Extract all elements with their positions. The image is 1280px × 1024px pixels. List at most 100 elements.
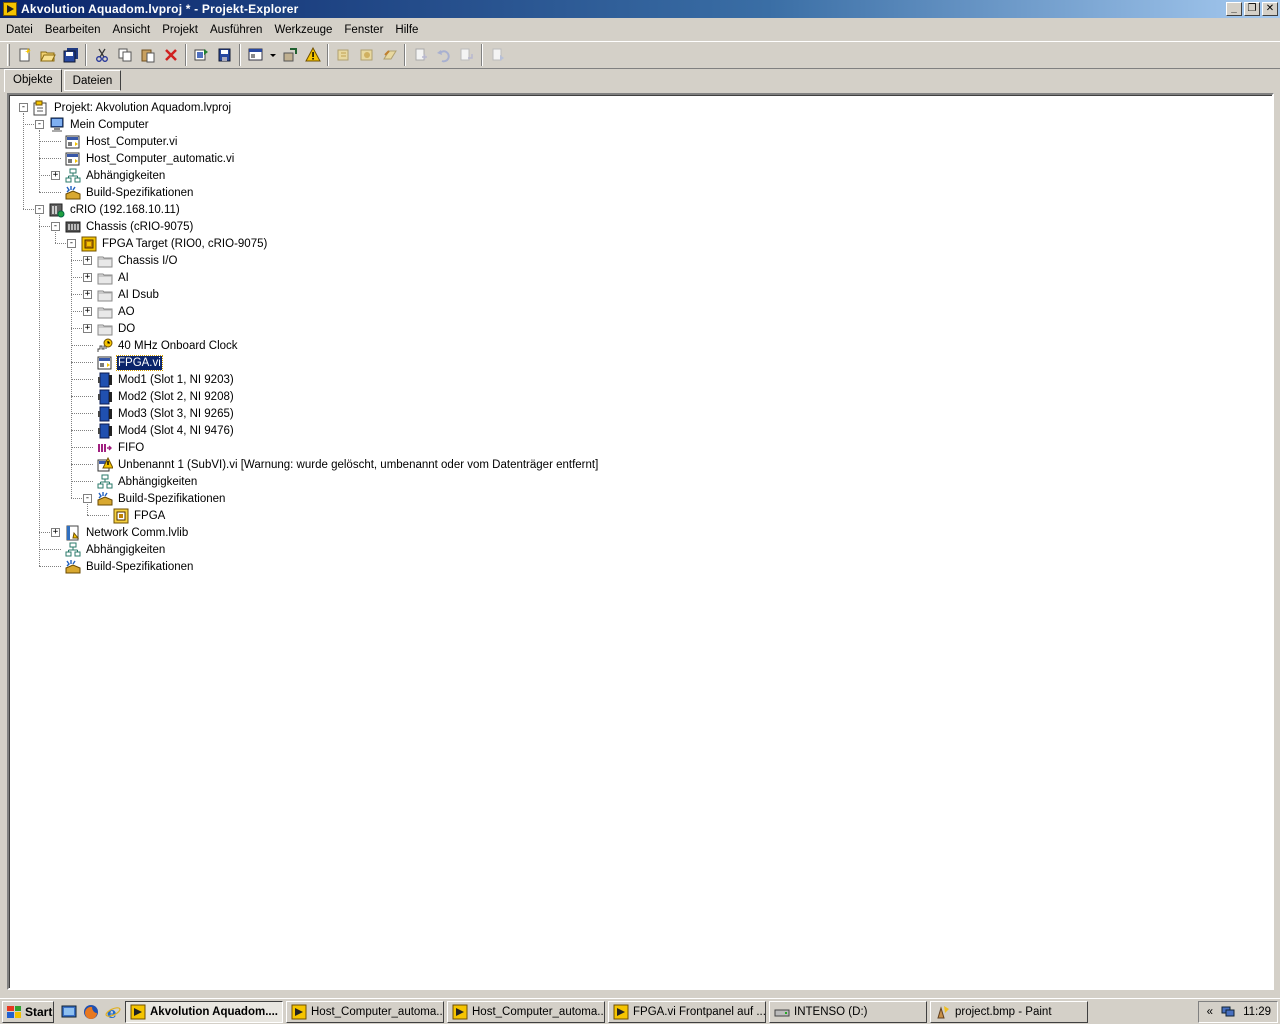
tree-item-label: Chassis (cRIO-9075): [86, 220, 194, 233]
tree-item-mod4-slot-4-ni-9476[interactable]: Mod4 (Slot 4, NI 9476): [96, 422, 235, 439]
tree-item-chassis-crio-9075[interactable]: Chassis (cRIO-9075): [64, 218, 194, 235]
deploy-icon[interactable]: [191, 44, 213, 66]
tree-item-ao[interactable]: AO: [96, 303, 136, 320]
save-as-icon[interactable]: [214, 44, 236, 66]
tree-item-fpga-vi[interactable]: FPGA.vi: [96, 354, 163, 371]
tree-item-abh-ngigkeiten[interactable]: Abhängigkeiten: [64, 541, 166, 558]
tree-connector: [71, 481, 93, 482]
expand-icon[interactable]: +: [83, 307, 92, 316]
expand-icon[interactable]: +: [83, 256, 92, 265]
tree-item-mod3-slot-3-ni-9265[interactable]: Mod3 (Slot 3, NI 9265): [96, 405, 235, 422]
delete-icon[interactable]: [160, 44, 182, 66]
menu-hilfe[interactable]: Hilfe: [389, 21, 424, 39]
menu-projekt[interactable]: Projekt: [156, 21, 204, 39]
build2-icon[interactable]: [356, 44, 378, 66]
menu-fenster[interactable]: Fenster: [338, 21, 389, 39]
tab-objekte[interactable]: Objekte: [4, 69, 62, 92]
menu-werkzeuge[interactable]: Werkzeuge: [268, 21, 338, 39]
open-icon[interactable]: [37, 44, 59, 66]
tree-item-unbenannt-1-subvi-vi-warnung-wurde-gel-s[interactable]: Unbenannt 1 (SubVI).vi [Warnung: wurde g…: [96, 456, 599, 473]
show-desktop-icon[interactable]: [60, 1003, 78, 1021]
expand-icon[interactable]: +: [51, 528, 60, 537]
tree-item-do[interactable]: DO: [96, 320, 136, 337]
tree-item-build-spezifikationen[interactable]: Build-Spezifikationen: [64, 558, 194, 575]
redo-icon[interactable]: [456, 44, 478, 66]
tree-item-build-spezifikationen[interactable]: Build-Spezifikationen: [64, 184, 194, 201]
folder-icon: [96, 304, 113, 320]
menu-datei[interactable]: Datei: [0, 21, 39, 39]
view-tabs: Objekte Dateien: [4, 69, 123, 92]
close-button[interactable]: ✕: [1262, 2, 1278, 16]
tray-clock[interactable]: 11:29: [1243, 1006, 1271, 1018]
taskbar-task-button[interactable]: Host_Computer_automa...: [447, 1000, 605, 1023]
tree-item-host-computer-automatic-vi[interactable]: Host_Computer_automatic.vi: [64, 150, 235, 167]
library-icon: [64, 525, 81, 541]
tree-item-fpga[interactable]: FPGA: [112, 507, 166, 524]
collapse-icon[interactable]: -: [67, 239, 76, 248]
expand-icon[interactable]: +: [83, 324, 92, 333]
firefox-icon[interactable]: [82, 1003, 100, 1021]
network-icon[interactable]: [1221, 1004, 1235, 1021]
tree-item-build-spezifikationen[interactable]: Build-Spezifikationen: [96, 490, 226, 507]
project-tree[interactable]: - Projekt: Akvolution Aquadom.lvproj - Mein…: [9, 95, 1272, 988]
toolbar-grip[interactable]: [7, 44, 10, 66]
tree-item-abh-ngigkeiten[interactable]: Abhängigkeiten: [96, 473, 198, 490]
expand-icon[interactable]: +: [51, 171, 60, 180]
taskbar-task-button[interactable]: Akvolution Aquadom....: [125, 1000, 283, 1023]
warning-icon[interactable]: [302, 44, 324, 66]
new-icon[interactable]: [14, 44, 36, 66]
menu-ansicht[interactable]: Ansicht: [106, 21, 156, 39]
view-icon[interactable]: [245, 44, 267, 66]
tree-item-host-computer-vi[interactable]: Host_Computer.vi: [64, 133, 178, 150]
tab-dateien[interactable]: Dateien: [63, 70, 122, 91]
restore-button[interactable]: ❐: [1244, 2, 1260, 16]
tray-expand-button[interactable]: «: [1207, 1006, 1213, 1018]
undo-icon[interactable]: [433, 44, 455, 66]
project-tree-panel[interactable]: - Projekt: Akvolution Aquadom.lvproj - Mein…: [7, 93, 1274, 990]
tree-item-ai-dsub[interactable]: AI Dsub: [96, 286, 160, 303]
taskbar-task-button[interactable]: Host_Computer_automa...: [286, 1000, 444, 1023]
cut-icon[interactable]: [91, 44, 113, 66]
tree-item-projekt-akvolution-aquadom-lvproj[interactable]: Projekt: Akvolution Aquadom.lvproj: [32, 99, 232, 116]
tree-connector: [71, 362, 93, 363]
menu-ausfuehren[interactable]: Ausführen: [204, 21, 268, 39]
build-icon[interactable]: [333, 44, 355, 66]
tree-item-fifo[interactable]: FIFO: [96, 439, 145, 456]
tree-item-40-mhz-onboard-clock[interactable]: 40 MHz Onboard Clock: [96, 337, 239, 354]
tree-item-abh-ngigkeiten[interactable]: Abhängigkeiten: [64, 167, 166, 184]
start-button[interactable]: Start: [2, 1000, 54, 1023]
collapse-icon[interactable]: -: [19, 103, 28, 112]
tree-item-crio-192-168-10-11[interactable]: cRIO (192.168.10.11): [48, 201, 181, 218]
copy-icon[interactable]: [114, 44, 136, 66]
internet-explorer-icon[interactable]: e: [104, 1003, 122, 1021]
build3-icon[interactable]: [379, 44, 401, 66]
save-all-icon[interactable]: [60, 44, 82, 66]
tree-item-ai[interactable]: AI: [96, 269, 130, 286]
tree-item-chassis-i-o[interactable]: Chassis I/O: [96, 252, 178, 269]
tree-item-network-comm-lvlib[interactable]: Network Comm.lvlib: [64, 524, 189, 541]
tree-item-label: Host_Computer_automatic.vi: [86, 152, 235, 165]
add-file-icon[interactable]: [410, 44, 432, 66]
collapse-icon[interactable]: -: [51, 222, 60, 231]
collapse-icon[interactable]: -: [35, 120, 44, 129]
paste-icon[interactable]: [137, 44, 159, 66]
tree-item-mod1-slot-1-ni-9203[interactable]: Mod1 (Slot 1, NI 9203): [96, 371, 235, 388]
dropdown-icon[interactable]: [268, 44, 278, 66]
properties-icon[interactable]: [279, 44, 301, 66]
taskbar-task-button[interactable]: INTENSO (D:): [769, 1000, 927, 1023]
expand-icon[interactable]: +: [83, 273, 92, 282]
tree-item-mod2-slot-2-ni-9208[interactable]: Mod2 (Slot 2, NI 9208): [96, 388, 235, 405]
menu-bearbeiten[interactable]: Bearbeiten: [39, 21, 107, 39]
tree-item-fpga-target-rio0-crio-9075[interactable]: FPGA Target (RIO0, cRIO-9075): [80, 235, 268, 252]
toolbar-separator: [481, 44, 483, 66]
collapse-icon[interactable]: -: [35, 205, 44, 214]
window-titlebar[interactable]: Akvolution Aquadom.lvproj * - Projekt-Ex…: [0, 0, 1280, 18]
tree-item-mein-computer[interactable]: Mein Computer: [48, 116, 150, 133]
taskbar-task-button[interactable]: FPGA.vi Frontpanel auf ...: [608, 1000, 766, 1023]
taskbar-task-button[interactable]: project.bmp - Paint: [930, 1000, 1088, 1023]
expand-icon[interactable]: +: [83, 290, 92, 299]
help-icon[interactable]: [487, 44, 509, 66]
tree-item-label: Build-Spezifikationen: [86, 186, 194, 199]
minimize-button[interactable]: _: [1226, 2, 1242, 16]
collapse-icon[interactable]: -: [83, 494, 92, 503]
